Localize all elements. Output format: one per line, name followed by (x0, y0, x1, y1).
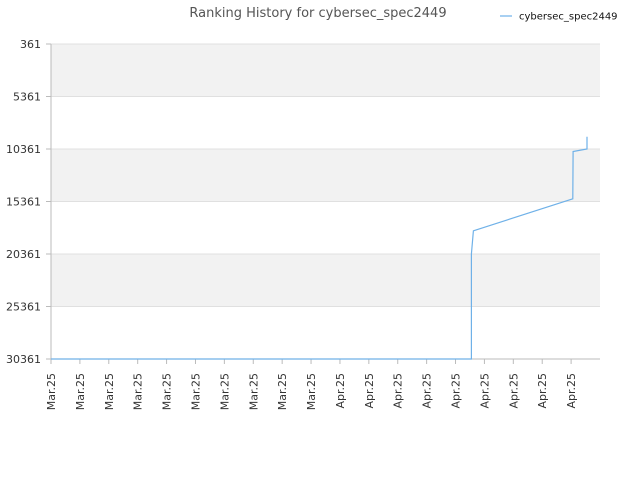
x-tick-label: Apr.25 (536, 373, 549, 409)
x-tick-label: Apr.25 (565, 373, 578, 409)
x-tick-label: Mar.25 (132, 373, 145, 410)
x-tick-label: Apr.25 (421, 373, 434, 409)
x-tick-label: Mar.25 (103, 373, 116, 410)
y-tick-label: 25361 (6, 301, 41, 314)
y-tick-label: 5361 (13, 91, 41, 104)
x-tick-label: Mar.25 (161, 373, 174, 410)
x-tick-labels: Mar.25 Mar.25 Mar.25 Mar.25 Mar.25 Mar.25 Mar.… (45, 373, 578, 410)
x-tick-label: Apr.25 (363, 373, 376, 409)
plot-band (51, 254, 600, 307)
x-tick-label: Apr.25 (450, 373, 463, 409)
plot-band (51, 201, 600, 254)
y-tick-label: 15361 (6, 196, 41, 209)
ranking-chart: 36153611036115361203612536130361 Mar.25 M… (6, 6, 618, 410)
x-tick-label: Apr.25 (334, 373, 347, 409)
x-tick-label: Mar.25 (45, 373, 58, 410)
y-tick-label: 30361 (6, 353, 41, 366)
x-tick-label: Mar.25 (74, 373, 87, 410)
x-tick-label: Mar.25 (189, 373, 202, 410)
legend: cybersec_spec2449 (500, 12, 618, 23)
y-tick-label: 10361 (6, 143, 41, 156)
x-tick-label: Apr.25 (392, 373, 405, 409)
x-tick-label: Mar.25 (218, 373, 231, 410)
legend-entry: cybersec_spec2449 (519, 12, 618, 23)
y-tick-label: 361 (20, 38, 41, 51)
y-tick-labels: 361 5361 10361 15361 20361 25361 30361 (6, 38, 41, 366)
plot-band (51, 44, 600, 97)
chart-title: Ranking History for cybersec_spec2449 (189, 6, 446, 21)
plot-band (51, 96, 600, 149)
y-tick-label: 20361 (6, 248, 41, 261)
x-tick-label: Mar.25 (276, 373, 289, 410)
x-tick-label: Apr.25 (478, 373, 491, 409)
x-tick-label: Mar.25 (247, 373, 260, 410)
plot-band (51, 306, 600, 359)
x-tick-label: Mar.25 (305, 373, 318, 410)
plot-band (51, 149, 600, 202)
x-tick-label: Apr.25 (507, 373, 520, 409)
